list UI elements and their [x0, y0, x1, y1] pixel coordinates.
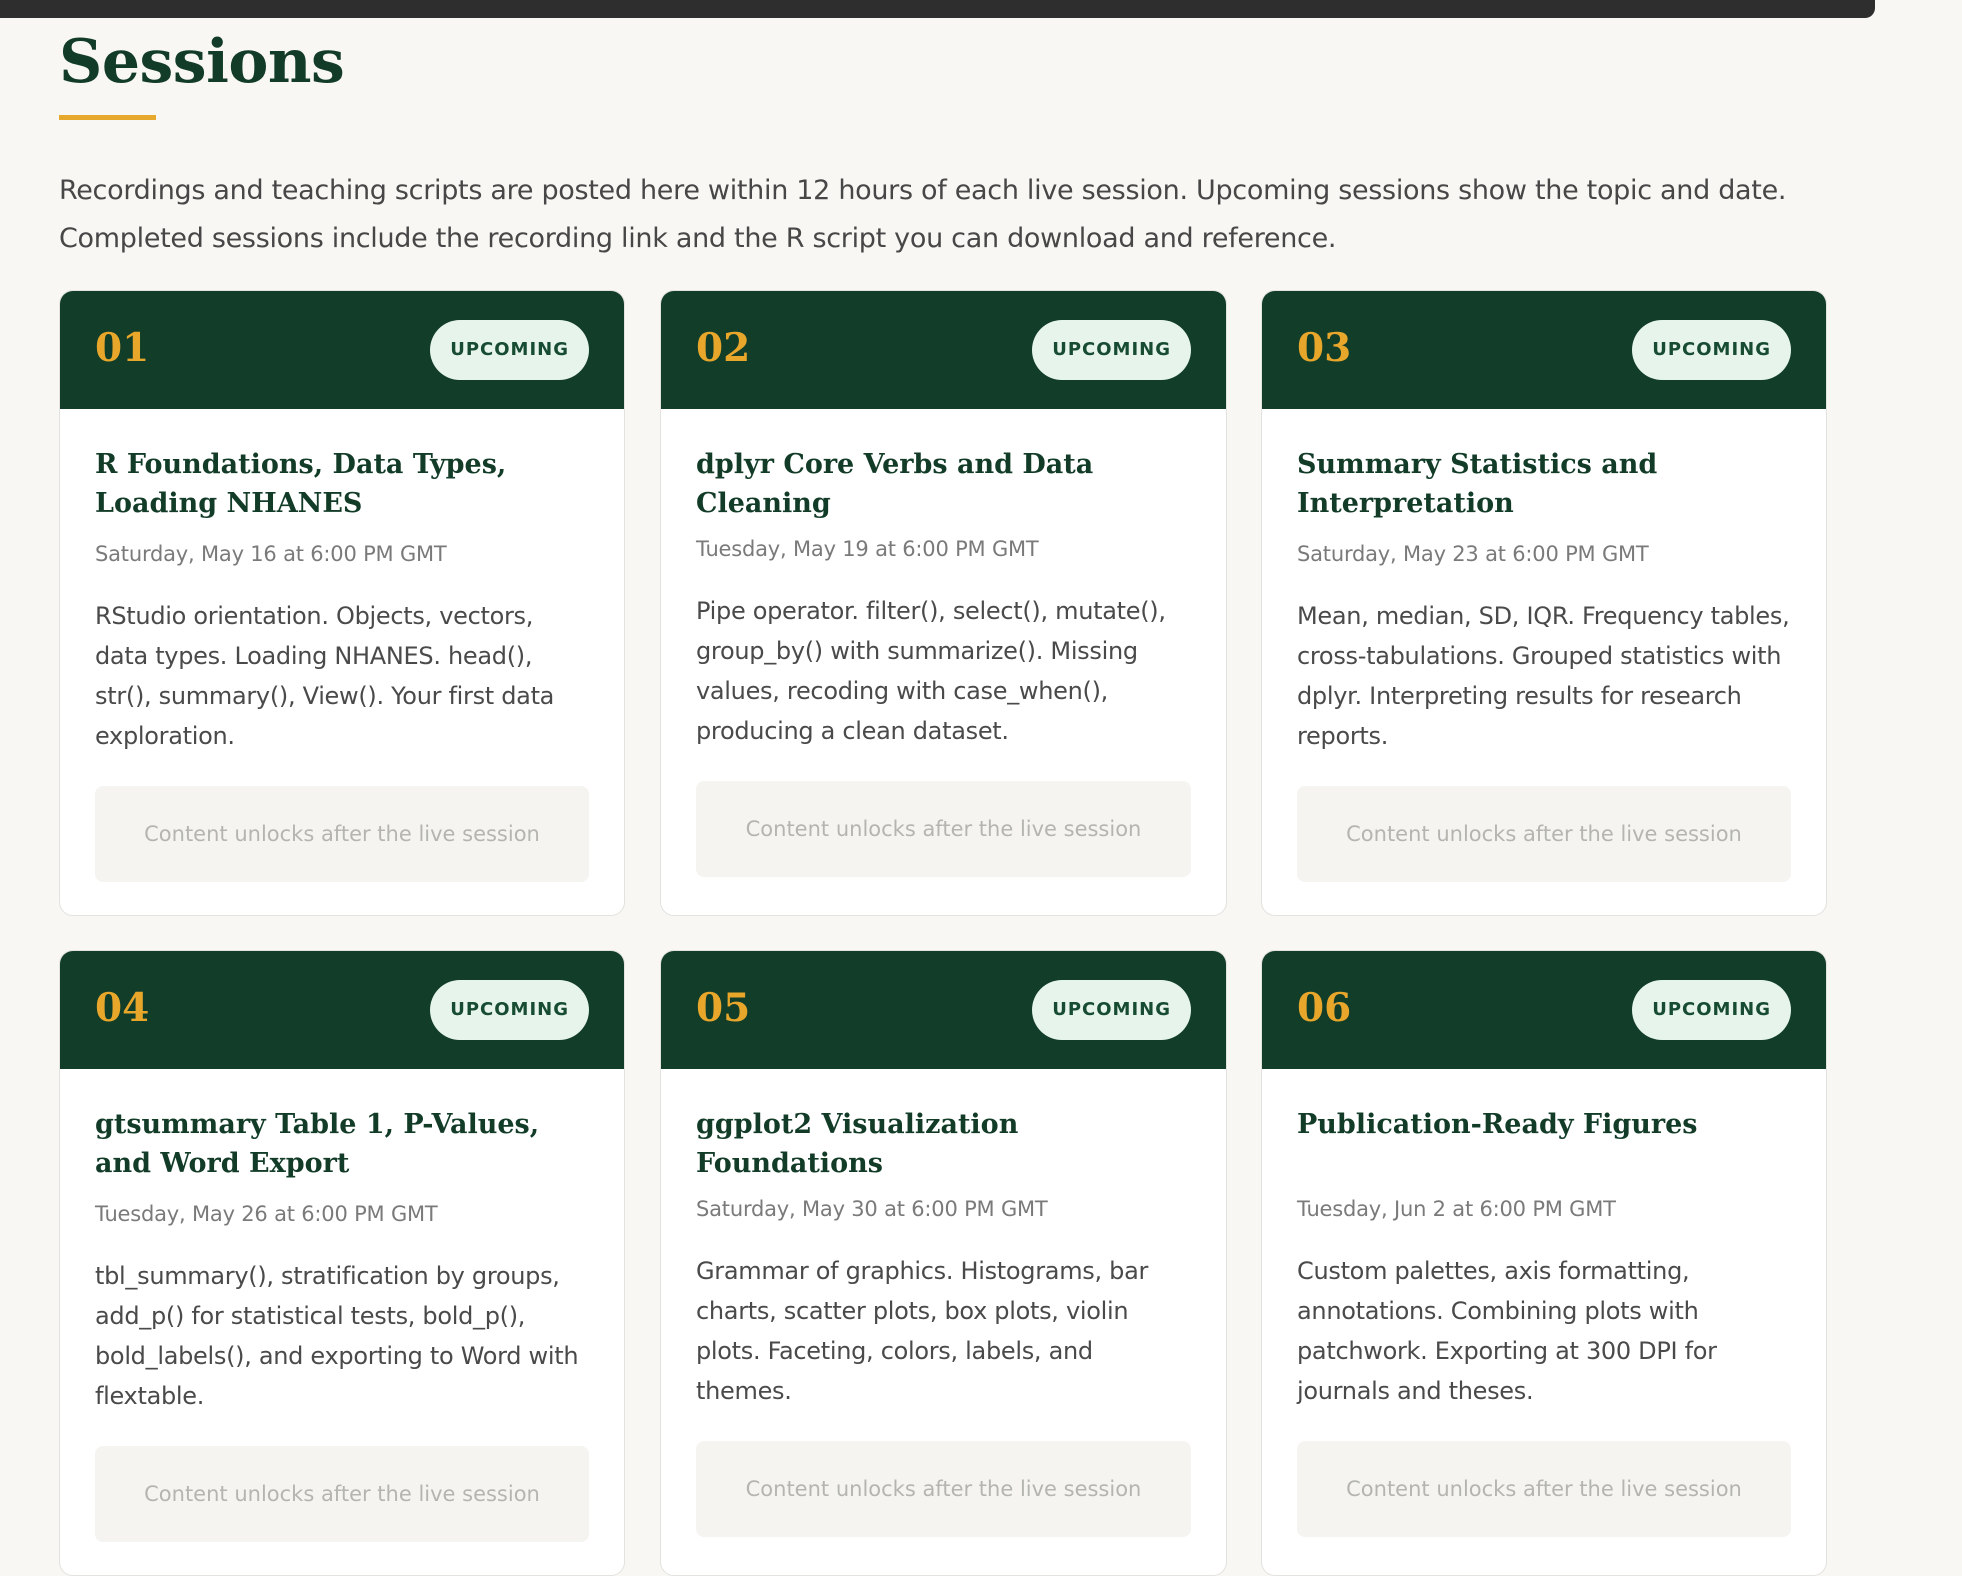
session-card-body: Summary Statistics and Interpretation Sa… [1262, 409, 1826, 882]
locked-content-placeholder: Content unlocks after the live session [95, 786, 589, 882]
session-description: Grammar of graphics. Histograms, bar cha… [696, 1257, 1149, 1405]
session-date: Saturday, May 16 at 6:00 PM GMT [95, 542, 447, 566]
session-description: Custom palettes, axis formatting, annota… [1297, 1257, 1717, 1405]
session-title: Publication-Ready Figures [1297, 1109, 1698, 1140]
session-card-header: 04 UPCOMING [60, 951, 624, 1069]
session-card-header: 03 UPCOMING [1262, 291, 1826, 409]
session-date: Saturday, May 23 at 6:00 PM GMT [1297, 542, 1649, 566]
session-title: Summary Statistics and Interpretation [1297, 449, 1658, 519]
session-card: 05 UPCOMING ggplot2 Visualization Founda… [660, 950, 1227, 1576]
session-title: dplyr Core Verbs and Data Cleaning [696, 449, 1094, 519]
status-badge: UPCOMING [1632, 320, 1791, 380]
status-badge: UPCOMING [430, 980, 589, 1040]
session-number: 01 [95, 325, 150, 371]
status-badge: UPCOMING [1632, 980, 1791, 1040]
locked-content-placeholder: Content unlocks after the live session [95, 1446, 589, 1542]
session-card-header: 02 UPCOMING [661, 291, 1226, 409]
session-card: 03 UPCOMING Summary Statistics and Inter… [1261, 290, 1827, 916]
session-date: Saturday, May 30 at 6:00 PM GMT [696, 1197, 1048, 1221]
title-underline [59, 115, 156, 120]
session-date: Tuesday, May 26 at 6:00 PM GMT [95, 1202, 438, 1226]
session-title: R Foundations, Data Types, Loading NHANE… [95, 449, 507, 519]
session-card-body: Publication-Ready Figures Tuesday, Jun 2… [1262, 1069, 1826, 1537]
status-badge: UPCOMING [1032, 320, 1191, 380]
session-card: 01 UPCOMING R Foundations, Data Types, L… [59, 290, 625, 916]
session-description: Mean, median, SD, IQR. Frequency tables,… [1297, 602, 1790, 750]
session-date: Tuesday, Jun 2 at 6:00 PM GMT [1297, 1197, 1616, 1221]
status-badge: UPCOMING [1032, 980, 1191, 1040]
session-card-header: 06 UPCOMING [1262, 951, 1826, 1069]
locked-content-placeholder: Content unlocks after the live session [696, 781, 1191, 877]
session-card-body: gtsummary Table 1, P-Values, and Word Ex… [60, 1069, 624, 1542]
session-description: Pipe operator. filter(), select(), mutat… [696, 597, 1166, 745]
session-number: 03 [1297, 325, 1352, 371]
session-number: 02 [696, 325, 751, 371]
session-card-header: 01 UPCOMING [60, 291, 624, 409]
sessions-page: Sessions Recordings and teaching scripts… [59, 18, 1829, 1576]
session-card: 04 UPCOMING gtsummary Table 1, P-Values,… [59, 950, 625, 1576]
intro-text: Recordings and teaching scripts are post… [59, 175, 1787, 254]
locked-content-placeholder: Content unlocks after the live session [1297, 1441, 1791, 1537]
browser-top-bar [0, 0, 1875, 18]
session-description: RStudio orientation. Objects, vectors, d… [95, 602, 555, 750]
session-card-header: 05 UPCOMING [661, 951, 1226, 1069]
session-description: tbl_summary(), stratification by groups,… [95, 1262, 579, 1410]
session-title: ggplot2 Visualization Foundations [696, 1109, 1019, 1179]
session-card-body: ggplot2 Visualization Foundations Saturd… [661, 1069, 1226, 1537]
session-number: 05 [696, 985, 751, 1031]
locked-content-placeholder: Content unlocks after the live session [696, 1441, 1191, 1537]
locked-content-placeholder: Content unlocks after the live session [1297, 786, 1791, 882]
session-number: 04 [95, 985, 150, 1031]
session-card-body: R Foundations, Data Types, Loading NHANE… [60, 409, 624, 882]
session-card-body: dplyr Core Verbs and Data Cleaning Tuesd… [661, 409, 1226, 877]
status-badge: UPCOMING [430, 320, 589, 380]
session-card: 02 UPCOMING dplyr Core Verbs and Data Cl… [660, 290, 1227, 916]
session-card: 06 UPCOMING Publication-Ready Figures Tu… [1261, 950, 1827, 1576]
session-number: 06 [1297, 985, 1352, 1031]
session-title: gtsummary Table 1, P-Values, and Word Ex… [95, 1109, 540, 1179]
session-date: Tuesday, May 19 at 6:00 PM GMT [696, 537, 1039, 561]
page-title: Sessions [59, 27, 345, 97]
